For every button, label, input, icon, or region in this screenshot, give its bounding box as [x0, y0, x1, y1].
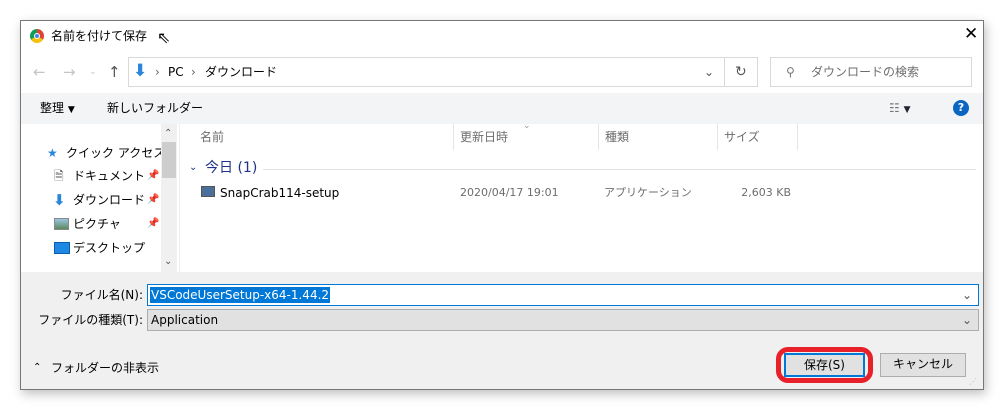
filename-label: ファイル名(N):: [60, 288, 143, 302]
sort-indicator-icon: ⌄: [523, 121, 531, 131]
close-button[interactable]: ✕: [964, 26, 978, 43]
nav-desktop[interactable]: デスクトップ: [73, 240, 145, 256]
file-date: 2020/04/17 19:01: [460, 186, 559, 199]
scrollbar-thumb[interactable]: [162, 142, 176, 178]
save-as-dialog: 名前を付けて保存 ✕ ← → ⌄ ↑ ⬇ › PC › ダウンロード ⌄ ↻ ⚲…: [20, 20, 984, 390]
file-row[interactable]: SnapCrab114-setup 2020/04/17 19:01 アプリケー…: [181, 182, 983, 204]
pin-icon: 📌: [147, 194, 160, 205]
toolbar: 整理 ▼ 新しいフォルダー ☷ ▼ ?: [21, 93, 983, 124]
chrome-icon: [30, 29, 44, 43]
desktop-icon: [54, 242, 70, 254]
nav-pictures[interactable]: ピクチャ: [73, 216, 121, 232]
back-button[interactable]: ←: [33, 64, 46, 80]
nav-documents[interactable]: ドキュメント: [73, 168, 145, 184]
resize-grip-icon[interactable]: ⋰: [969, 374, 977, 390]
chevron-up-icon: ⌃: [33, 362, 42, 373]
application-icon: [201, 186, 215, 197]
address-dropdown-button[interactable]: ⌄: [704, 64, 714, 80]
help-icon[interactable]: ?: [953, 100, 969, 116]
chevron-down-icon[interactable]: ⌄: [189, 160, 197, 176]
picture-icon: [54, 218, 69, 230]
group-header-today[interactable]: 今日 (1): [205, 160, 257, 176]
column-header-size[interactable]: サイズ: [724, 129, 760, 145]
filetype-value: Application: [151, 313, 219, 327]
chevron-right-icon: ›: [155, 65, 160, 79]
file-size: 2,603 KB: [741, 186, 791, 199]
filetype-select[interactable]: Application ⌄: [147, 309, 979, 331]
organize-button[interactable]: 整理 ▼: [40, 100, 75, 118]
forward-button[interactable]: →: [63, 64, 76, 80]
nav-downloads[interactable]: ダウンロード: [73, 192, 145, 208]
column-header-type[interactable]: 種類: [605, 129, 629, 145]
save-button[interactable]: 保存(S): [784, 353, 865, 377]
breadcrumb-downloads[interactable]: ダウンロード: [205, 64, 277, 80]
search-input[interactable]: ⚲ ダウンロードの検索: [770, 57, 972, 87]
refresh-button[interactable]: ↻: [735, 64, 747, 80]
column-header-date[interactable]: 更新日時: [460, 129, 508, 145]
file-name: SnapCrab114-setup: [220, 186, 340, 200]
star-icon: ★: [47, 146, 58, 160]
save-options-panel: ファイル名(N): VSCodeUserSetup-x64-1.44.2 ⌄ フ…: [21, 272, 983, 389]
column-header-name[interactable]: 名前: [200, 129, 224, 145]
new-folder-button[interactable]: 新しいフォルダー: [107, 100, 203, 116]
address-bar[interactable]: ⬇ › PC › ダウンロード ⌄ ↻: [128, 57, 758, 87]
up-button[interactable]: ↑: [108, 64, 121, 80]
nav-scrollbar[interactable]: ⌃ ⌄: [161, 124, 177, 272]
download-icon: ⬇: [133, 61, 148, 81]
pin-icon: 📌: [147, 218, 160, 229]
chevron-right-icon: ›: [191, 65, 196, 79]
view-options-button[interactable]: ☷ ▼: [889, 100, 911, 118]
search-placeholder: ダウンロードの検索: [811, 65, 920, 79]
navigation-pane: ★ クイック アクセス 🗎 ドキュメント 📌 ⬇ ダウンロード 📌 ピクチャ 📌…: [21, 124, 177, 272]
hide-folders-button[interactable]: フォルダーの非表示: [51, 360, 159, 376]
breadcrumb-pc[interactable]: PC: [168, 64, 184, 80]
filename-input[interactable]: VSCodeUserSetup-x64-1.44.2 ⌄: [147, 284, 979, 306]
document-icon: 🗎: [54, 169, 64, 183]
search-icon: ⚲: [786, 65, 795, 79]
download-icon: ⬇: [53, 191, 66, 209]
recent-dropdown[interactable]: ⌄: [89, 64, 97, 80]
chevron-down-icon[interactable]: ⌄: [962, 312, 972, 328]
filename-value: VSCodeUserSetup-x64-1.44.2: [150, 287, 331, 303]
filetype-label: ファイルの種類(T):: [38, 313, 143, 327]
nav-quick-access[interactable]: クイック アクセス: [66, 145, 165, 161]
dialog-title: 名前を付けて保存: [51, 29, 148, 43]
cancel-button[interactable]: キャンセル: [880, 353, 966, 377]
pin-icon: 📌: [147, 170, 160, 181]
file-type: アプリケーション: [604, 186, 692, 199]
chevron-down-icon[interactable]: ⌄: [962, 287, 972, 303]
mouse-cursor-icon: ⇖: [157, 28, 171, 47]
file-list: 名前 更新日時 ⌄ 種類 サイズ ⌄ 今日 (1) SnapCrab114-se…: [181, 121, 983, 272]
